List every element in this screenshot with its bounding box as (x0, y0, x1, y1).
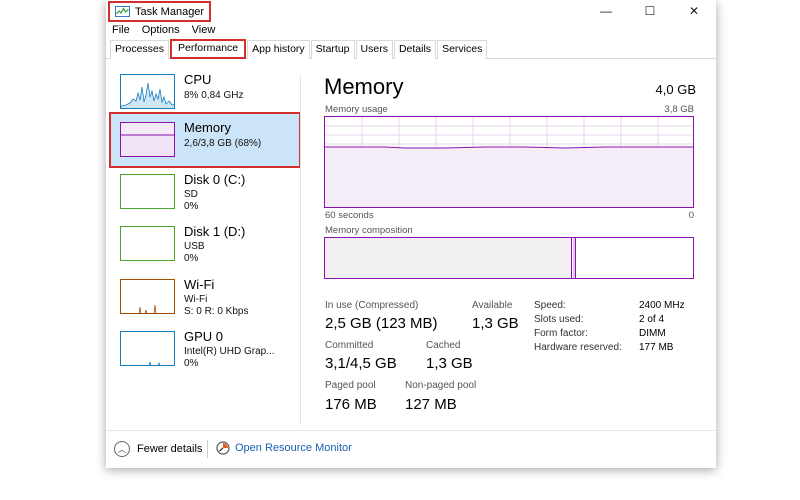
window-title: Task Manager (135, 5, 205, 18)
disk-1-label: Disk 1 (D:) (184, 224, 246, 239)
form-factor-label: Form factor: (534, 328, 588, 339)
pane-divider (300, 75, 301, 425)
hardware-reserved-label: Hardware reserved: (534, 342, 622, 353)
tab-users[interactable]: Users (355, 40, 393, 59)
open-resource-monitor-link[interactable]: Open Resource Monitor (216, 441, 352, 455)
tab-app-history[interactable]: App history (247, 40, 310, 59)
gpu-model: Intel(R) UHD Grap... (184, 346, 275, 357)
gpu-label: GPU 0 (184, 329, 224, 344)
memory-usage-graph-canvas (325, 117, 693, 207)
tab-details[interactable]: Details (393, 40, 437, 59)
slots-used-label: Slots used: (534, 314, 584, 325)
tab-performance[interactable]: Performance (170, 39, 247, 59)
task-manager-window: Task Manager — ☐ ✕ File Options View Pro… (106, 0, 716, 468)
cpu-label: CPU (184, 72, 212, 87)
form-factor-value: DIMM (639, 328, 666, 339)
disk-0-type: SD (184, 189, 198, 200)
title-highlight: Task Manager (108, 1, 211, 22)
footer-separator (207, 440, 208, 458)
maximize-button[interactable]: ☐ (628, 0, 672, 22)
memory-composition-bar (324, 237, 694, 279)
available-label: Available (472, 300, 513, 311)
resource-monitor-icon (216, 441, 230, 455)
resource-item-wifi[interactable]: Wi-Fi Wi-Fi S: 0 R: 0 Kbps (110, 275, 300, 325)
paged-pool-value: 176 MB (325, 396, 377, 413)
committed-value: 3,1/4,5 GB (325, 355, 397, 372)
minimize-button[interactable]: — (584, 0, 628, 22)
available-value: 1,3 GB (472, 315, 519, 332)
wifi-throughput: S: 0 R: 0 Kbps (184, 306, 249, 317)
tab-startup[interactable]: Startup (310, 40, 355, 59)
disk-0-thumbnail-graph (120, 174, 175, 209)
menu-options[interactable]: Options (142, 22, 180, 39)
memory-details-panel: Memory 4,0 GB Memory usage 3,8 GB 60 sec… (324, 70, 696, 430)
gpu-sparkline (148, 361, 161, 365)
committed-label: Committed (325, 340, 374, 351)
cached-value: 1,3 GB (426, 355, 473, 372)
resource-item-disk-1[interactable]: Disk 1 (D:) USB 0% (110, 222, 300, 272)
disk-1-thumbnail-graph (120, 226, 175, 261)
fewer-details-button[interactable]: ︿ Fewer details (114, 441, 202, 457)
slots-used-value: 2 of 4 (639, 314, 665, 325)
memory-usage-text: 2,6/3,8 GB (68%) (184, 138, 262, 149)
memory-thumbnail-graph (120, 122, 175, 157)
memory-title: Memory (324, 74, 404, 99)
chevron-up-icon: ︿ (114, 441, 130, 457)
hardware-reserved-value: 177 MB (639, 342, 674, 353)
wifi-sparkline (138, 304, 157, 313)
memory-total: 4,0 GB (655, 82, 696, 97)
speed-value: 2400 MHz (639, 300, 685, 311)
tab-processes[interactable]: Processes (110, 40, 170, 59)
task-manager-app-icon (115, 6, 130, 17)
fewer-details-label: Fewer details (137, 443, 203, 455)
tab-bar: Processes Performance App history Startu… (106, 39, 716, 59)
resource-item-gpu[interactable]: GPU 0 Intel(R) UHD Grap... 0% (110, 327, 300, 377)
non-paged-pool-label: Non-paged pool (405, 380, 477, 391)
non-paged-pool-value: 127 MB (405, 396, 457, 413)
menu-file[interactable]: File (112, 22, 130, 39)
menu-bar: File Options View (106, 22, 227, 39)
resource-item-disk-0[interactable]: Disk 0 (C:) SD 0% (110, 170, 300, 220)
memory-composition-label: Memory composition (325, 225, 413, 236)
in-use-label: In use (Compressed) (325, 300, 419, 311)
paged-pool-label: Paged pool (325, 380, 376, 391)
resource-item-memory[interactable]: Memory 2,6/3,8 GB (68%) (109, 112, 301, 168)
cpu-usage-text: 8% 0,84 GHz (184, 90, 244, 101)
menu-view[interactable]: View (192, 22, 216, 39)
graph-time-end: 0 (688, 210, 694, 221)
resource-list: CPU 8% 0,84 GHz Memory 2,6/3,8 GB (68%) … (106, 60, 304, 425)
disk-1-usage: 0% (184, 253, 199, 264)
disk-1-type: USB (184, 241, 205, 252)
memory-label: Memory (184, 120, 231, 135)
tab-services[interactable]: Services (437, 40, 488, 59)
gpu-thumbnail-graph (120, 331, 175, 366)
memory-usage-label: Memory usage (325, 104, 388, 115)
speed-label: Speed: (534, 300, 566, 311)
footer-bar: ︿ Fewer details Open Resource Monitor (106, 430, 716, 466)
disk-0-label: Disk 0 (C:) (184, 172, 246, 187)
wifi-adapter: Wi-Fi (184, 294, 208, 305)
cached-label: Cached (426, 340, 461, 351)
graph-time-start: 60 seconds (325, 210, 374, 221)
cpu-sparkline (121, 82, 174, 108)
gpu-usage: 0% (184, 358, 199, 369)
wifi-label: Wi-Fi (184, 277, 215, 292)
disk-0-usage: 0% (184, 201, 199, 212)
open-resource-monitor-label: Open Resource Monitor (235, 442, 352, 454)
maximize-icon: ☐ (644, 4, 656, 18)
window-controls: — ☐ ✕ (584, 0, 716, 22)
in-use-value: 2,5 GB (123 MB) (325, 315, 438, 332)
title-bar: Task Manager — ☐ ✕ (106, 0, 716, 22)
memory-usage-graph (324, 116, 694, 208)
memory-usage-max: 3,8 GB (664, 104, 694, 115)
composition-modified (572, 238, 576, 278)
memory-sparkline (121, 134, 174, 156)
cpu-thumbnail-graph (120, 74, 175, 109)
close-button[interactable]: ✕ (672, 0, 716, 22)
wifi-thumbnail-graph (120, 279, 175, 314)
minimize-icon: — (600, 4, 612, 18)
composition-in-use (325, 238, 572, 278)
close-icon: ✕ (688, 4, 700, 18)
